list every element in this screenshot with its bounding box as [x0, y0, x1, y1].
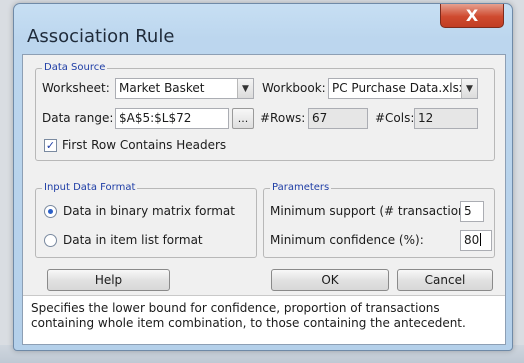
parameters-legend: Parameters	[270, 182, 332, 193]
min-support-input[interactable]: 5	[460, 201, 484, 222]
min-confidence-input[interactable]: 80	[460, 230, 492, 251]
range-select-button[interactable]: ...	[232, 108, 254, 129]
close-button[interactable]: X	[440, 4, 504, 28]
data-range-input[interactable]: $A$5:$L$72	[115, 108, 229, 129]
min-confidence-value: 80	[464, 233, 480, 247]
radio-binary-matrix[interactable]	[44, 205, 57, 218]
cancel-button[interactable]: Cancel	[397, 269, 493, 291]
close-icon: X	[465, 6, 479, 25]
radio-item-list-label: Data in item list format	[63, 233, 203, 247]
parameters-group: Parameters Minimum support (# transactio…	[263, 182, 495, 258]
help-description: Specifies the lower bound for confidence…	[23, 295, 505, 344]
ok-button[interactable]: OK	[271, 269, 389, 291]
rows-label: #Rows:	[260, 111, 306, 125]
rows-value: 67	[308, 108, 368, 129]
help-button[interactable]: Help	[47, 269, 170, 291]
worksheet-label: Worksheet:	[42, 81, 110, 95]
text-caret	[480, 233, 482, 246]
headers-checkbox-label: First Row Contains Headers	[62, 138, 227, 152]
chevron-down-icon[interactable]: ▼	[237, 79, 253, 98]
association-rule-dialog: Association Rule X Data Source Worksheet…	[13, 3, 513, 351]
workbook-label: Workbook:	[262, 81, 326, 95]
worksheet-value: Market Basket	[119, 81, 205, 95]
workbook-value: PC Purchase Data.xlsx	[332, 81, 466, 95]
headers-checkbox[interactable]: ✓	[44, 139, 57, 152]
cols-label: #Cols:	[375, 111, 415, 125]
input-format-group: Input Data Format Data in binary matrix …	[35, 182, 257, 258]
chevron-down-icon[interactable]: ▼	[461, 79, 477, 98]
checkmark-icon: ✓	[45, 139, 56, 152]
data-range-label: Data range:	[42, 111, 114, 125]
radio-item-list[interactable]	[44, 234, 57, 247]
data-source-legend: Data Source	[42, 62, 108, 73]
min-confidence-label: Minimum confidence (%):	[270, 233, 424, 247]
data-source-group: Data Source Worksheet: Market Basket ▼ W…	[35, 62, 495, 161]
workbook-select[interactable]: PC Purchase Data.xlsx ▼	[328, 78, 478, 99]
dialog-body: Data Source Worksheet: Market Basket ▼ W…	[22, 54, 506, 345]
worksheet-select[interactable]: Market Basket ▼	[115, 78, 254, 99]
cols-value: 12	[414, 108, 478, 129]
radio-binary-matrix-label: Data in binary matrix format	[63, 204, 235, 218]
min-support-label: Minimum support (# transactions):	[270, 204, 481, 218]
input-format-legend: Input Data Format	[42, 182, 138, 193]
dialog-title: Association Rule	[27, 26, 175, 47]
